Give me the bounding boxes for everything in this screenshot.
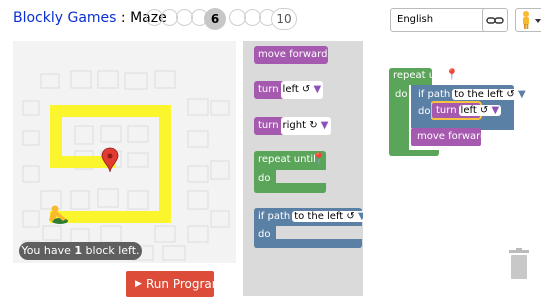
if-path-block[interactable]: if path to the left ↺ ▼ do	[254, 208, 368, 248]
toolbox: move forward turn left ↺ ▼ turn right ↻ ▼ …	[243, 41, 368, 296]
workspace: repeat until 📍 do if path to the left ↺ ▼…	[363, 41, 541, 296]
turn-right-block[interactable]: turn right ↻ ▼	[254, 117, 331, 135]
play-icon: ▶	[135, 279, 142, 289]
link-button[interactable]	[482, 8, 508, 32]
run-program-button[interactable]: ▶ Run Program	[126, 271, 223, 297]
map-marker-icon: 📍	[445, 68, 459, 81]
blocks-left-status: You have 1 block left.	[19, 242, 142, 260]
turn-direction-dropdown[interactable]: left ↺ ▼	[280, 81, 324, 99]
map-marker-icon: 📍	[312, 152, 326, 165]
turn-left-block[interactable]: turn left ↺ ▼	[254, 81, 324, 99]
maze-board: You have 1 block left.	[13, 41, 236, 263]
turn-direction-dropdown[interactable]: left ↺ ▼	[458, 105, 502, 116]
page-title: Blockly Games : Maze	[13, 10, 167, 26]
blockly-games-link[interactable]: Blockly Games	[13, 10, 116, 26]
workspace-turn-block[interactable]: turn left ↺ ▼	[436, 105, 502, 116]
map-marker-icon	[101, 147, 119, 173]
workspace-move-forward-block[interactable]: move forward	[417, 131, 486, 142]
maze-grid	[22, 70, 230, 261]
header: Blockly Games : Maze 6 10 English ⌄	[0, 0, 541, 40]
trash-icon[interactable]	[509, 248, 529, 280]
workspace-repeat-until-block[interactable]: repeat until 📍 do if path to the left ↺ ▼…	[389, 68, 528, 156]
turn-direction-dropdown[interactable]: right ↻ ▼	[280, 117, 331, 135]
level-last-link[interactable]: 10	[271, 8, 297, 30]
language-value: English	[397, 14, 434, 25]
repeat-until-block[interactable]: repeat until 📍 do	[254, 151, 326, 193]
path-direction-dropdown[interactable]: to the left ↺ ▼	[292, 211, 368, 222]
pegman-icon	[523, 11, 541, 29]
title-separator: :	[116, 10, 131, 26]
level-current: 6	[204, 8, 226, 30]
link-icon	[486, 17, 504, 24]
move-forward-block[interactable]: move forward	[254, 46, 328, 64]
path-direction-dropdown[interactable]: to the left ↺ ▼	[452, 89, 528, 100]
pegman-button[interactable]	[515, 8, 541, 32]
